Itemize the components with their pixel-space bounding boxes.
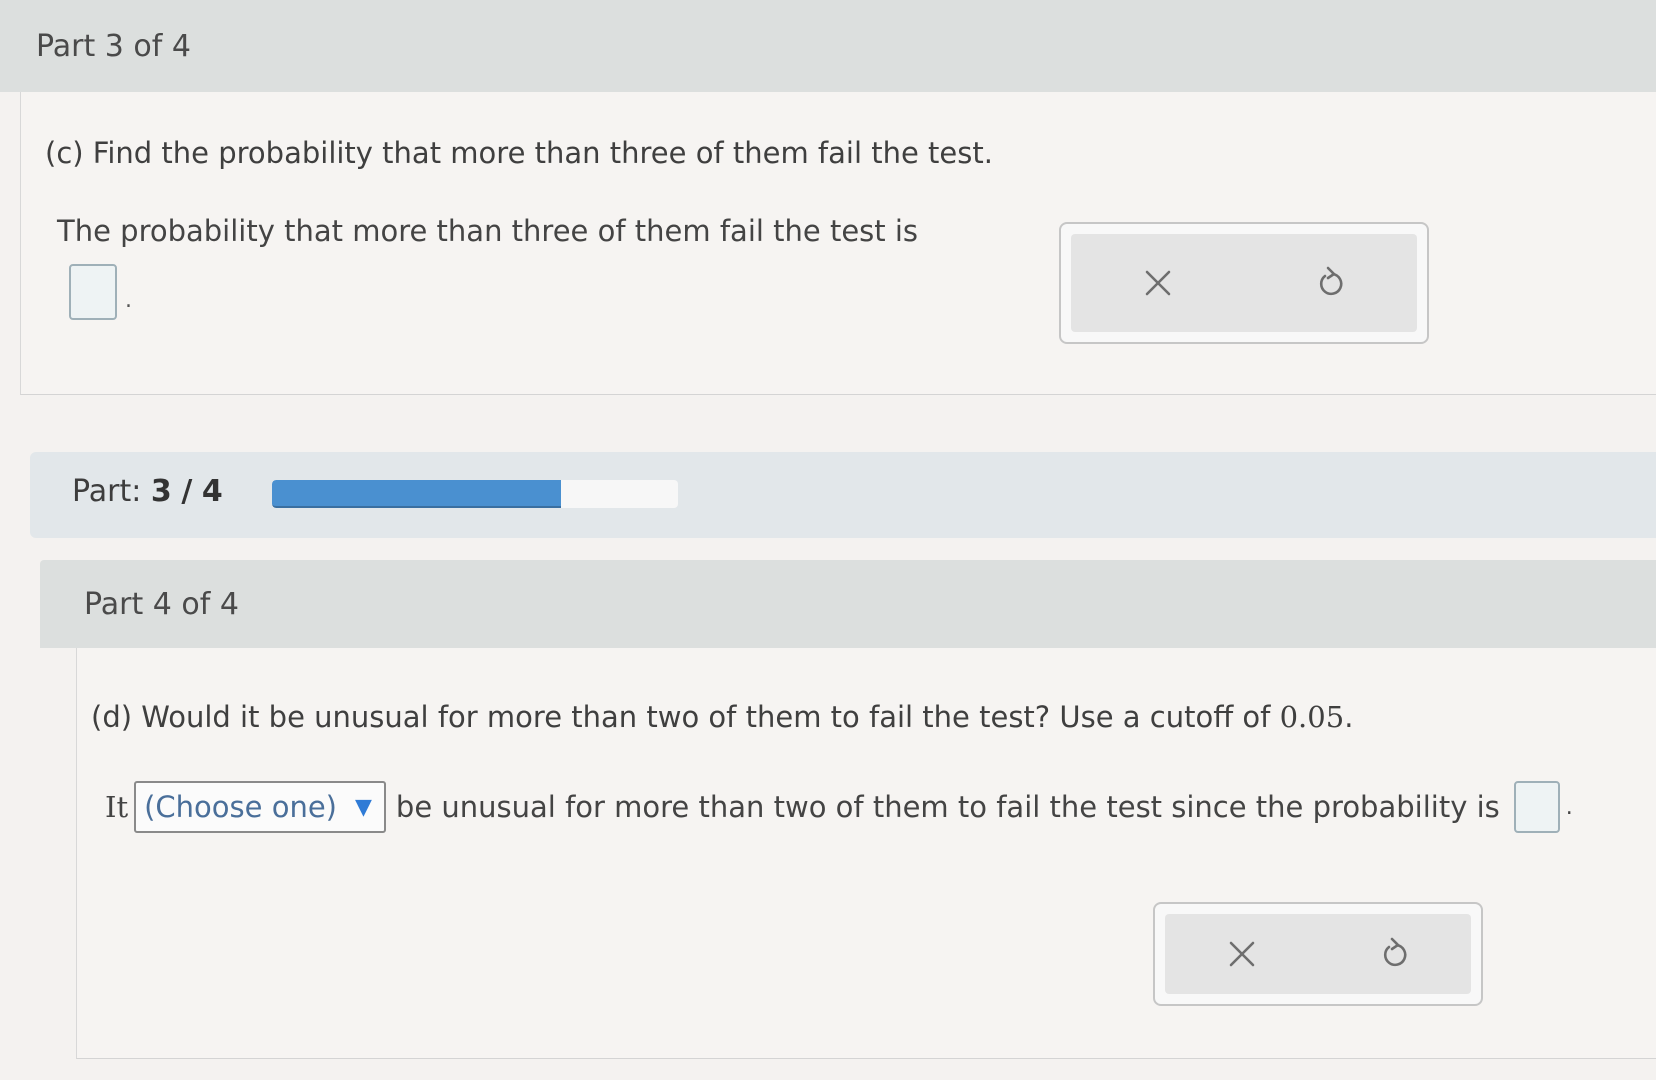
part-3-clear-button[interactable]	[1128, 253, 1188, 313]
part-4-question: (d) Would it be unusual for more than tw…	[91, 700, 1353, 734]
part-4-action-inner	[1165, 914, 1471, 994]
progress-band: Part: 3 / 4	[30, 452, 1656, 538]
progress-total: 4	[201, 474, 223, 509]
part-3-header: Part 3 of 4	[0, 0, 1656, 92]
part-3-undo-button[interactable]	[1301, 253, 1361, 313]
dropdown-caret-icon: ▼	[355, 794, 372, 820]
part-4-answer-period: .	[1565, 794, 1573, 820]
part-4-question-period: .	[1344, 700, 1354, 734]
part-3-title: Part 3 of 4	[36, 28, 191, 64]
part-3-action-inner	[1071, 234, 1417, 332]
part-4-undo-button[interactable]	[1365, 924, 1425, 984]
sentence-start-label: It	[105, 790, 129, 824]
progress-fill	[272, 480, 562, 508]
undo-icon	[1383, 937, 1406, 967]
part-4-panel: (d) Would it be unusual for more than tw…	[76, 648, 1656, 1059]
progress-track	[272, 480, 678, 508]
part-4-header: Part 4 of 4	[40, 560, 1656, 648]
progress-current: 3	[150, 474, 172, 509]
page: Part 3 of 4 (c) Find the probability tha…	[0, 0, 1656, 1080]
progress-label: Part: 3 / 4	[72, 474, 223, 509]
part-3-action-group	[1059, 222, 1429, 344]
part-4-probability-input[interactable]	[1513, 781, 1560, 833]
part-3-question: (c) Find the probability that more than …	[45, 136, 993, 170]
undo-icon	[1319, 266, 1342, 296]
part-3-answer-input[interactable]	[69, 264, 117, 320]
close-icon	[1229, 941, 1254, 967]
close-icon	[1145, 270, 1170, 296]
part-4-clear-button[interactable]	[1212, 924, 1272, 984]
part-4-action-group	[1153, 902, 1483, 1006]
part-3-answer-period: .	[125, 288, 132, 313]
choose-one-dropdown[interactable]: (Choose one) ▼	[134, 781, 386, 833]
progress-label-prefix: Part:	[72, 474, 142, 509]
part-4-title: Part 4 of 4	[84, 586, 239, 622]
part-4-answer-sentence: It (Choose one) ▼ be unusual for more th…	[105, 781, 1573, 833]
part-3-panel: (c) Find the probability that more than …	[20, 92, 1656, 395]
dropdown-selected-value: (Choose one)	[144, 790, 337, 824]
progress-separator: /	[181, 474, 193, 509]
part-4-cutoff-value: 0.05	[1279, 700, 1345, 734]
part-3-prompt: The probability that more than three of …	[57, 214, 919, 248]
sentence-middle-text: be unusual for more than two of them to …	[395, 790, 1500, 824]
part-4-question-text: (d) Would it be unusual for more than tw…	[91, 700, 1280, 734]
